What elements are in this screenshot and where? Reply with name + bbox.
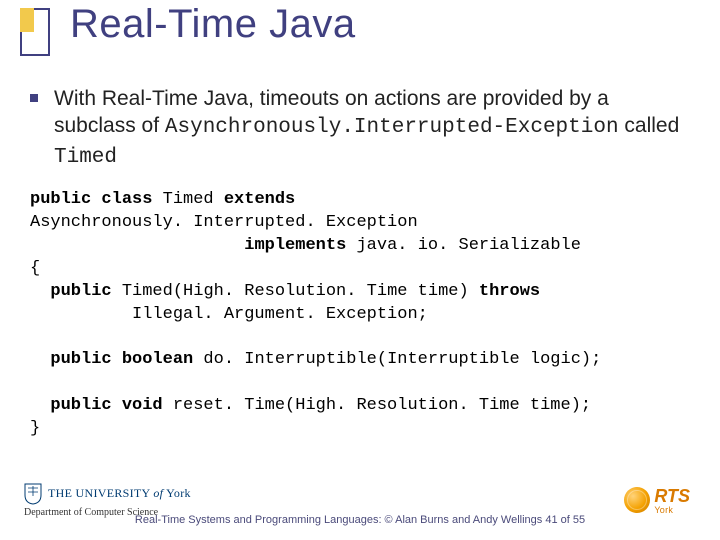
code-text: java. io. Serializable	[346, 236, 581, 255]
rts-sub: York	[654, 505, 690, 515]
code-text	[30, 396, 50, 415]
code-kw: extends	[224, 190, 295, 209]
uoy-of: of	[153, 486, 163, 500]
bullet-text-mid: called	[619, 114, 680, 137]
footer-right: RTS York	[624, 486, 690, 515]
university-name: THE UNIVERSITY of York	[48, 486, 191, 501]
code-text: reset. Time(High. Resolution. Time time)…	[163, 396, 591, 415]
code-block: public class Timed extends Asynchronousl…	[30, 189, 690, 441]
code-kw: throws	[479, 282, 540, 301]
code-kw: public boolean	[50, 350, 193, 369]
globe-icon	[624, 487, 650, 513]
slide-body: With Real-Time Java, timeouts on actions…	[30, 85, 690, 441]
code-text: Timed(High. Resolution. Time time)	[112, 282, 479, 301]
bullet-mono-1: Asynchronously.Interrupted-Exception	[165, 116, 619, 139]
bullet-mono-2: Timed	[54, 146, 117, 169]
code-kw: public void	[50, 396, 162, 415]
code-text: }	[30, 419, 40, 438]
code-kw: public	[50, 282, 111, 301]
code-text: Illegal. Argument. Exception;	[30, 305, 428, 324]
uoy-prefix: THE UNIVERSITY	[48, 486, 153, 500]
code-text	[30, 350, 50, 369]
bullet-marker-icon	[30, 94, 38, 102]
rts-label: RTS	[654, 486, 690, 506]
rts-logo-text: RTS York	[654, 486, 690, 515]
bullet-text: With Real-Time Java, timeouts on actions…	[54, 85, 690, 171]
code-kw: implements	[244, 236, 346, 255]
footer: THE UNIVERSITY of York Department of Com…	[0, 472, 720, 528]
code-text: do. Interruptible(Interruptible logic);	[193, 350, 601, 369]
code-kw: public class	[30, 190, 152, 209]
slide: Real-Time Java With Real-Time Java, time…	[0, 0, 720, 540]
uoy-suffix: York	[163, 486, 191, 500]
department-name: Department of Computer Science	[24, 507, 158, 518]
shield-icon	[24, 483, 42, 505]
title-row: Real-Time Java	[20, 2, 700, 56]
title-ornament-icon	[20, 8, 50, 56]
code-text: Timed	[152, 190, 223, 209]
code-text	[30, 236, 244, 255]
bullet-item: With Real-Time Java, timeouts on actions…	[30, 85, 690, 171]
code-text: {	[30, 259, 40, 278]
code-text: Asynchronously. Interrupted. Exception	[30, 213, 418, 232]
university-logo: THE UNIVERSITY of York	[24, 483, 191, 505]
slide-title: Real-Time Java	[70, 2, 356, 47]
footer-left: THE UNIVERSITY of York Department of Com…	[24, 483, 191, 518]
code-text	[30, 282, 50, 301]
